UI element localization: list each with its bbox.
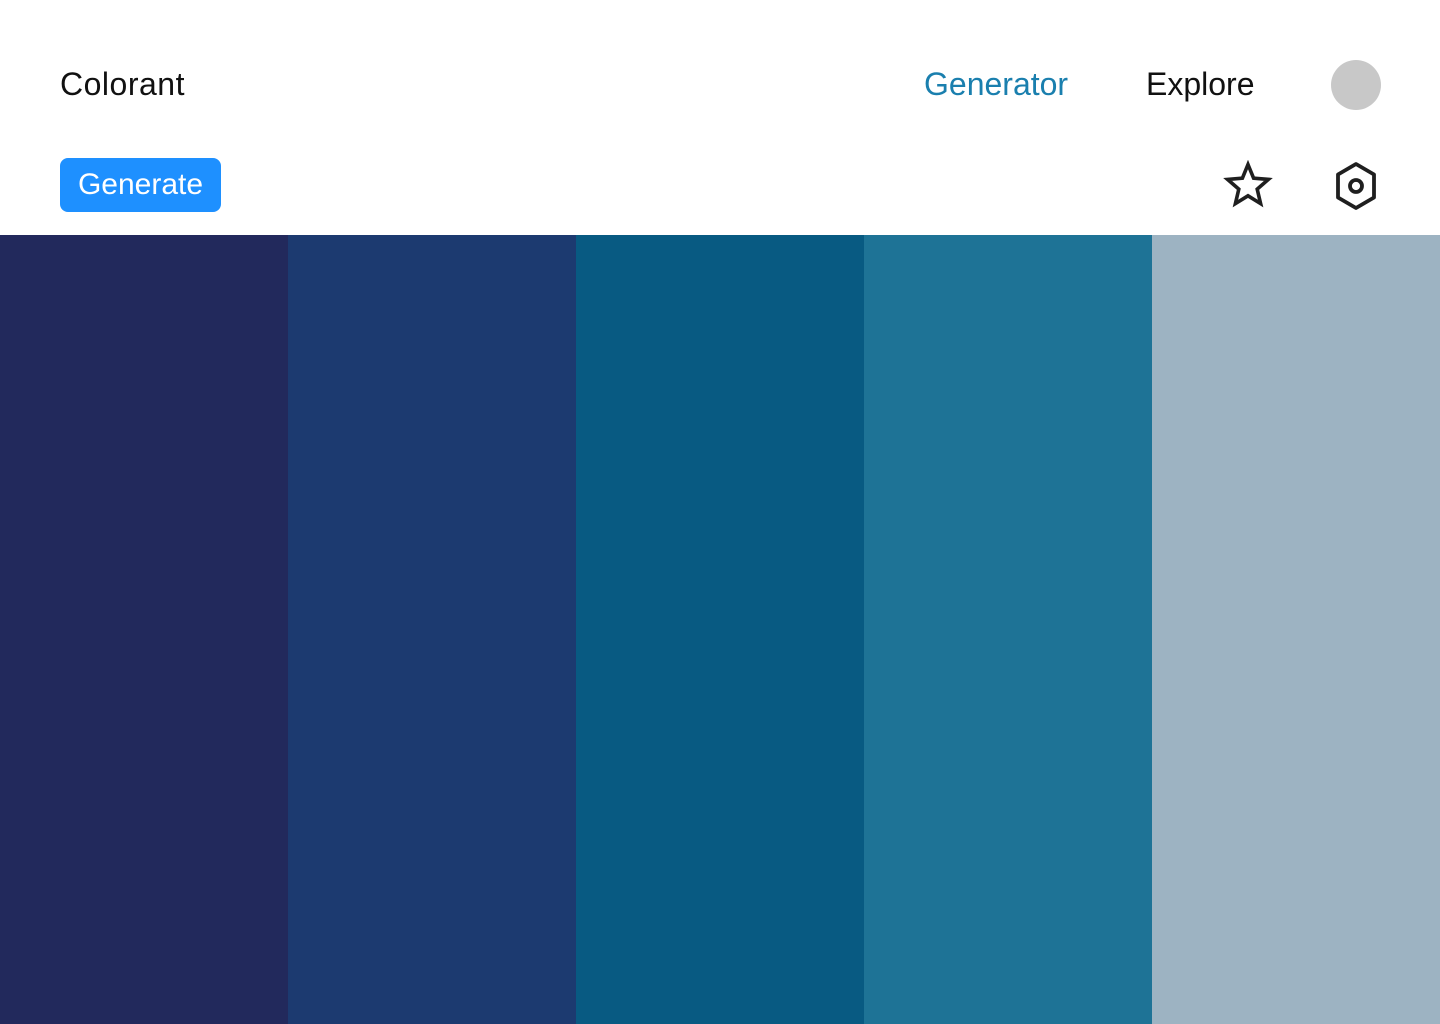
app-window: Colorant Generator Explore Generate	[0, 0, 1440, 1024]
settings-hexagon-icon	[1336, 162, 1376, 210]
color-palette	[0, 235, 1440, 1024]
top-navigation: Colorant Generator Explore	[0, 0, 1440, 140]
color-swatch-1[interactable]	[0, 235, 288, 1024]
toolbar: Generate	[0, 140, 1440, 235]
color-swatch-2[interactable]	[288, 235, 576, 1024]
nav-explore-link[interactable]: Explore	[1146, 64, 1255, 104]
color-swatch-4[interactable]	[864, 235, 1152, 1024]
nav-generator-link[interactable]: Generator	[924, 64, 1068, 104]
user-avatar[interactable]	[1331, 60, 1381, 110]
color-swatch-3[interactable]	[576, 235, 864, 1024]
settings-button[interactable]	[1328, 158, 1384, 214]
generate-button[interactable]: Generate	[60, 158, 221, 212]
favorite-button[interactable]	[1220, 158, 1276, 214]
brand-logo[interactable]: Colorant	[60, 64, 185, 104]
color-swatch-5[interactable]	[1152, 235, 1440, 1024]
star-icon	[1223, 160, 1273, 208]
